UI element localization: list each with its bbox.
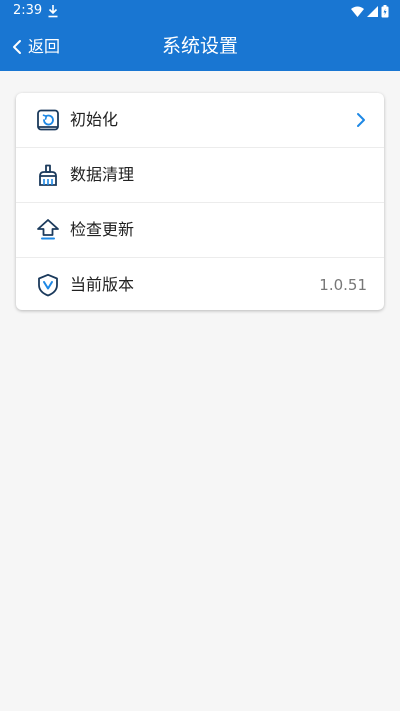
status-time: 2:39 xyxy=(13,3,43,18)
settings-item-label: 当前版本 xyxy=(70,275,135,294)
status-bar: 2:39 xyxy=(0,0,400,22)
version-value: 1.0.51 xyxy=(319,276,367,294)
settings-item-initialize[interactable]: 初始化 xyxy=(16,93,384,148)
settings-item-label: 数据清理 xyxy=(70,165,135,184)
chevron-right-icon xyxy=(357,113,365,127)
settings-item-label: 初始化 xyxy=(70,110,119,129)
screen: 2:39 返回 系统设置 初始化 数据清理 检查更新 当前版本 1.0.51 xyxy=(0,0,400,711)
settings-card: 初始化 数据清理 检查更新 当前版本 1.0.51 xyxy=(16,93,384,310)
brush-icon xyxy=(39,164,57,186)
app-bar: 返回 系统设置 xyxy=(0,22,400,71)
settings-item-current-version[interactable]: 当前版本 1.0.51 xyxy=(16,258,384,310)
download-icon xyxy=(48,5,58,18)
signal-icon xyxy=(367,5,378,17)
restore-icon xyxy=(37,109,59,131)
battery-icon xyxy=(381,4,389,17)
upload-arrow-icon xyxy=(37,219,59,240)
shield-v-icon xyxy=(38,273,58,297)
page-title: 系统设置 xyxy=(161,35,238,57)
wifi-icon xyxy=(351,6,364,17)
settings-item-data-cleanup[interactable]: 数据清理 xyxy=(16,148,384,203)
settings-item-check-update[interactable]: 检查更新 xyxy=(16,203,384,258)
settings-item-label: 检查更新 xyxy=(70,220,135,239)
status-icons xyxy=(351,4,389,18)
